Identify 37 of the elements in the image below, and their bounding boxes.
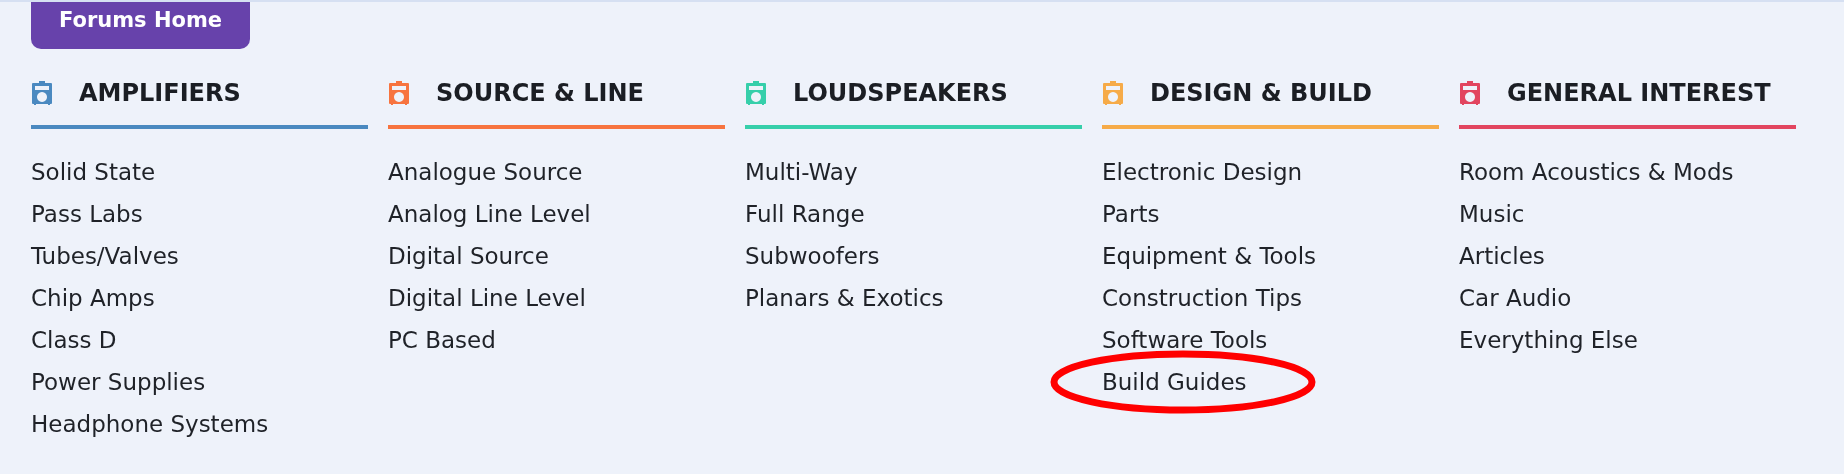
forum-link[interactable]: Room Acoustics & Mods: [1459, 159, 1734, 185]
forum-link[interactable]: Subwoofers: [745, 243, 880, 269]
forum-link[interactable]: Music: [1459, 201, 1525, 227]
forum-link[interactable]: Software Tools: [1102, 327, 1268, 353]
forums-home-button[interactable]: Forums Home: [31, 2, 251, 49]
forum-link[interactable]: Analog Line Level: [388, 201, 591, 227]
forum-link[interactable]: Pass Labs: [31, 201, 143, 227]
forum-link[interactable]: Full Range: [745, 201, 865, 227]
amplifier-icon: [1459, 81, 1481, 105]
forum-link[interactable]: Equipment & Tools: [1102, 243, 1317, 269]
forum-link[interactable]: Solid State: [31, 159, 156, 185]
forum-link[interactable]: Parts: [1102, 201, 1160, 227]
category-title: GENERAL INTEREST: [1507, 79, 1771, 107]
forum-link[interactable]: PC Based: [388, 327, 496, 353]
forum-link[interactable]: Class D: [31, 327, 117, 353]
amplifier-icon: [31, 81, 53, 105]
forum-link[interactable]: Articles: [1459, 243, 1545, 269]
forum-link[interactable]: Construction Tips: [1102, 285, 1303, 311]
category-title: DESIGN & BUILD: [1150, 79, 1372, 107]
forum-link[interactable]: Multi-Way: [745, 159, 858, 185]
forum-link[interactable]: Digital Source: [388, 243, 549, 269]
amplifier-icon: [388, 81, 410, 105]
forum-link[interactable]: Headphone Systems: [31, 411, 269, 437]
category-title: AMPLIFIERS: [79, 79, 241, 107]
forum-link[interactable]: Car Audio: [1459, 285, 1572, 311]
forum-link[interactable]: Everything Else: [1459, 327, 1638, 353]
forum-link[interactable]: Planars & Exotics: [745, 285, 944, 311]
amplifier-icon: [745, 81, 767, 105]
amplifier-icon: [1102, 81, 1124, 105]
forum-link[interactable]: Tubes/Valves: [31, 243, 179, 269]
forum-link[interactable]: Digital Line Level: [388, 285, 586, 311]
forum-link[interactable]: Electronic Design: [1102, 159, 1303, 185]
forum-link[interactable]: Power Supplies: [31, 369, 206, 395]
forum-link[interactable]: Analogue Source: [388, 159, 583, 185]
forum-link[interactable]: Chip Amps: [31, 285, 155, 311]
category-title: SOURCE & LINE: [436, 79, 644, 107]
category-title: LOUDSPEAKERS: [793, 79, 1008, 107]
